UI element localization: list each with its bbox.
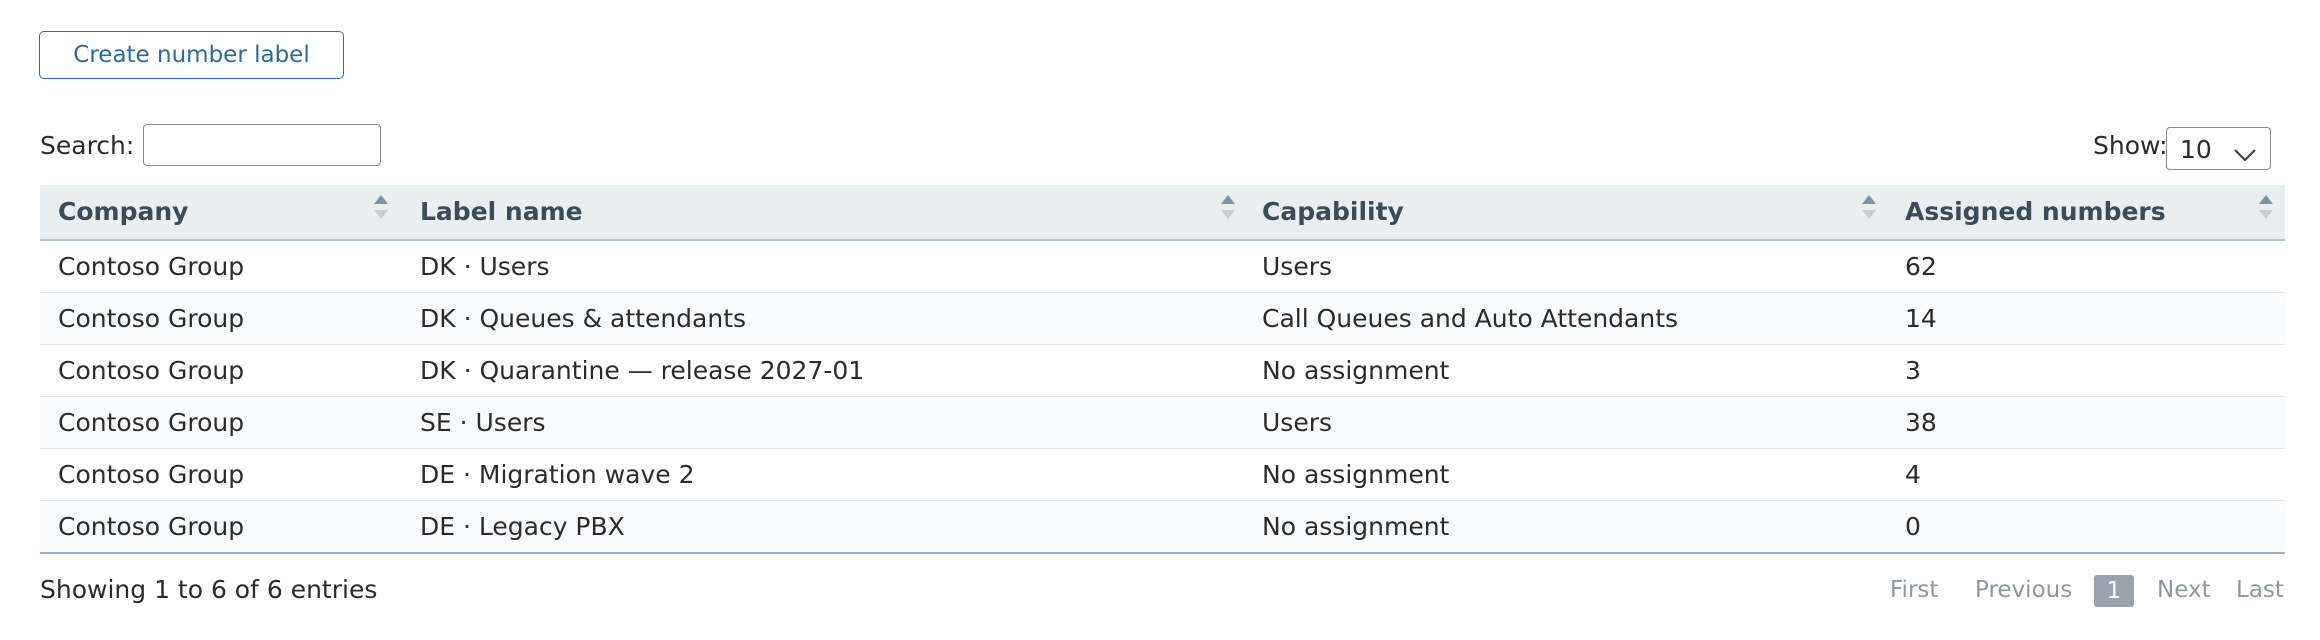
table-row[interactable]: Contoso Group DK · Queues & attendants C… <box>40 293 2285 345</box>
column-header-label: Capability <box>1262 197 1404 226</box>
page-size-label: Show: <box>2093 131 2168 160</box>
search-input[interactable] <box>143 124 381 166</box>
cell-assigned-numbers: 3 <box>1905 356 1921 385</box>
cell-label-name: DE · Legacy PBX <box>420 512 625 541</box>
table-info: Showing 1 to 6 of 6 entries <box>40 575 378 604</box>
cell-label-name: DK · Quarantine — release 2027-01 <box>420 356 865 385</box>
sort-both-icon[interactable] <box>2258 185 2274 239</box>
table-header: Company Label name Capability Assigned n… <box>40 185 2285 241</box>
number-labels-table: Company Label name Capability Assigned n… <box>40 185 2285 554</box>
cell-company: Contoso Group <box>58 460 245 489</box>
cell-assigned-numbers: 38 <box>1905 408 1937 437</box>
table-row[interactable]: Contoso Group DK · Users Users 62 <box>40 241 2285 293</box>
table-row[interactable]: Contoso Group SE · Users Users 38 <box>40 397 2285 449</box>
column-header-assigned-numbers[interactable]: Assigned numbers <box>1905 185 2166 239</box>
cell-company: Contoso Group <box>58 252 245 281</box>
cell-company: Contoso Group <box>58 304 245 333</box>
column-header-label: Assigned numbers <box>1905 197 2166 226</box>
cell-assigned-numbers: 62 <box>1905 252 1937 281</box>
pagination-page-1[interactable]: 1 <box>2094 575 2134 607</box>
cell-capability: No assignment <box>1262 460 1450 489</box>
cell-company: Contoso Group <box>58 408 245 437</box>
cell-label-name: DE · Migration wave 2 <box>420 460 695 489</box>
cell-company: Contoso Group <box>58 512 245 541</box>
column-header-company[interactable]: Company <box>58 185 188 239</box>
cell-capability: Call Queues and Auto Attendants <box>1262 304 1679 333</box>
column-header-label: Label name <box>420 197 583 226</box>
pagination-first[interactable]: First <box>1890 575 1938 605</box>
page-size-value: 10 <box>2180 135 2212 164</box>
table-row[interactable]: Contoso Group DE · Legacy PBX No assignm… <box>40 501 2285 554</box>
cell-label-name: DK · Queues & attendants <box>420 304 747 333</box>
cell-assigned-numbers: 0 <box>1905 512 1921 541</box>
cell-assigned-numbers: 14 <box>1905 304 1937 333</box>
table-body: Contoso Group DK · Users Users 62 Contos… <box>40 241 2285 554</box>
cell-label-name: DK · Users <box>420 252 550 281</box>
pagination-last[interactable]: Last <box>2236 575 2284 605</box>
column-header-label: Company <box>58 197 189 226</box>
column-header-label-name[interactable]: Label name <box>420 185 583 239</box>
cell-assigned-numbers: 4 <box>1905 460 1921 489</box>
search-label: Search: <box>40 131 135 160</box>
pagination-previous[interactable]: Previous <box>1975 575 2072 605</box>
cell-capability: Users <box>1262 408 1333 437</box>
page-size-select[interactable]: 10 <box>2166 127 2271 170</box>
table-row[interactable]: Contoso Group DE · Migration wave 2 No a… <box>40 449 2285 501</box>
sort-both-icon[interactable] <box>373 185 389 239</box>
cell-capability: No assignment <box>1262 356 1450 385</box>
chevron-down-icon <box>2233 140 2257 169</box>
sort-both-icon[interactable] <box>1220 185 1236 239</box>
create-number-label-button[interactable]: Create number label <box>39 31 344 79</box>
table-row[interactable]: Contoso Group DK · Quarantine — release … <box>40 345 2285 397</box>
cell-label-name: SE · Users <box>420 408 546 437</box>
cell-capability: Users <box>1262 252 1333 281</box>
sort-both-icon[interactable] <box>1861 185 1877 239</box>
cell-capability: No assignment <box>1262 512 1450 541</box>
cell-company: Contoso Group <box>58 356 245 385</box>
column-header-capability[interactable]: Capability <box>1262 185 1404 239</box>
pagination-next[interactable]: Next <box>2157 575 2211 605</box>
